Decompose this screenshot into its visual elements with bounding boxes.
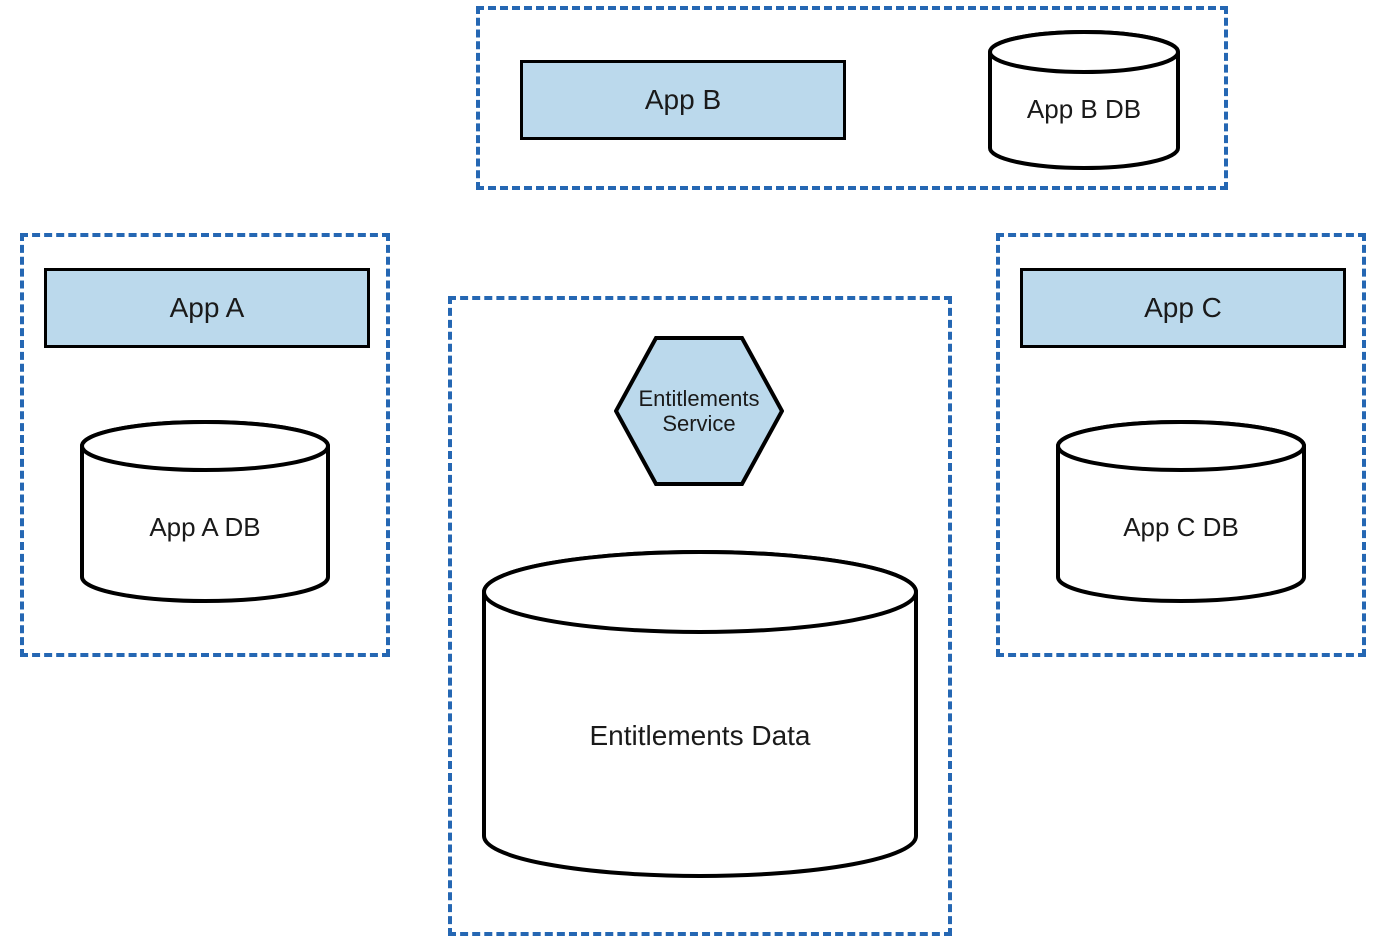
entitlements-service-label-line2: Service [662, 411, 735, 436]
app-b-db-label: App B DB [1027, 94, 1141, 124]
app-c-db-label: App C DB [1123, 512, 1239, 542]
entitlements-data-label: Entitlements Data [590, 720, 811, 751]
app-b-box: App B [520, 60, 846, 140]
entitlements-data-icon: Entitlements Data [480, 550, 920, 880]
app-c-label: App C [1144, 292, 1222, 324]
app-b-label: App B [645, 84, 721, 116]
app-b-db-icon: App B DB [986, 30, 1182, 170]
app-a-db-label: App A DB [149, 512, 260, 542]
entitlements-service-label-line1: Entitlements [638, 386, 759, 411]
app-c-db-icon: App C DB [1054, 420, 1308, 605]
app-c-box: App C [1020, 268, 1346, 348]
app-a-label: App A [170, 292, 245, 324]
app-a-db-icon: App A DB [78, 420, 332, 605]
app-a-box: App A [44, 268, 370, 348]
entitlements-service-icon: EntitlementsService [614, 336, 784, 486]
architecture-diagram: App B App B DB App A App A DB App C App … [0, 0, 1386, 946]
